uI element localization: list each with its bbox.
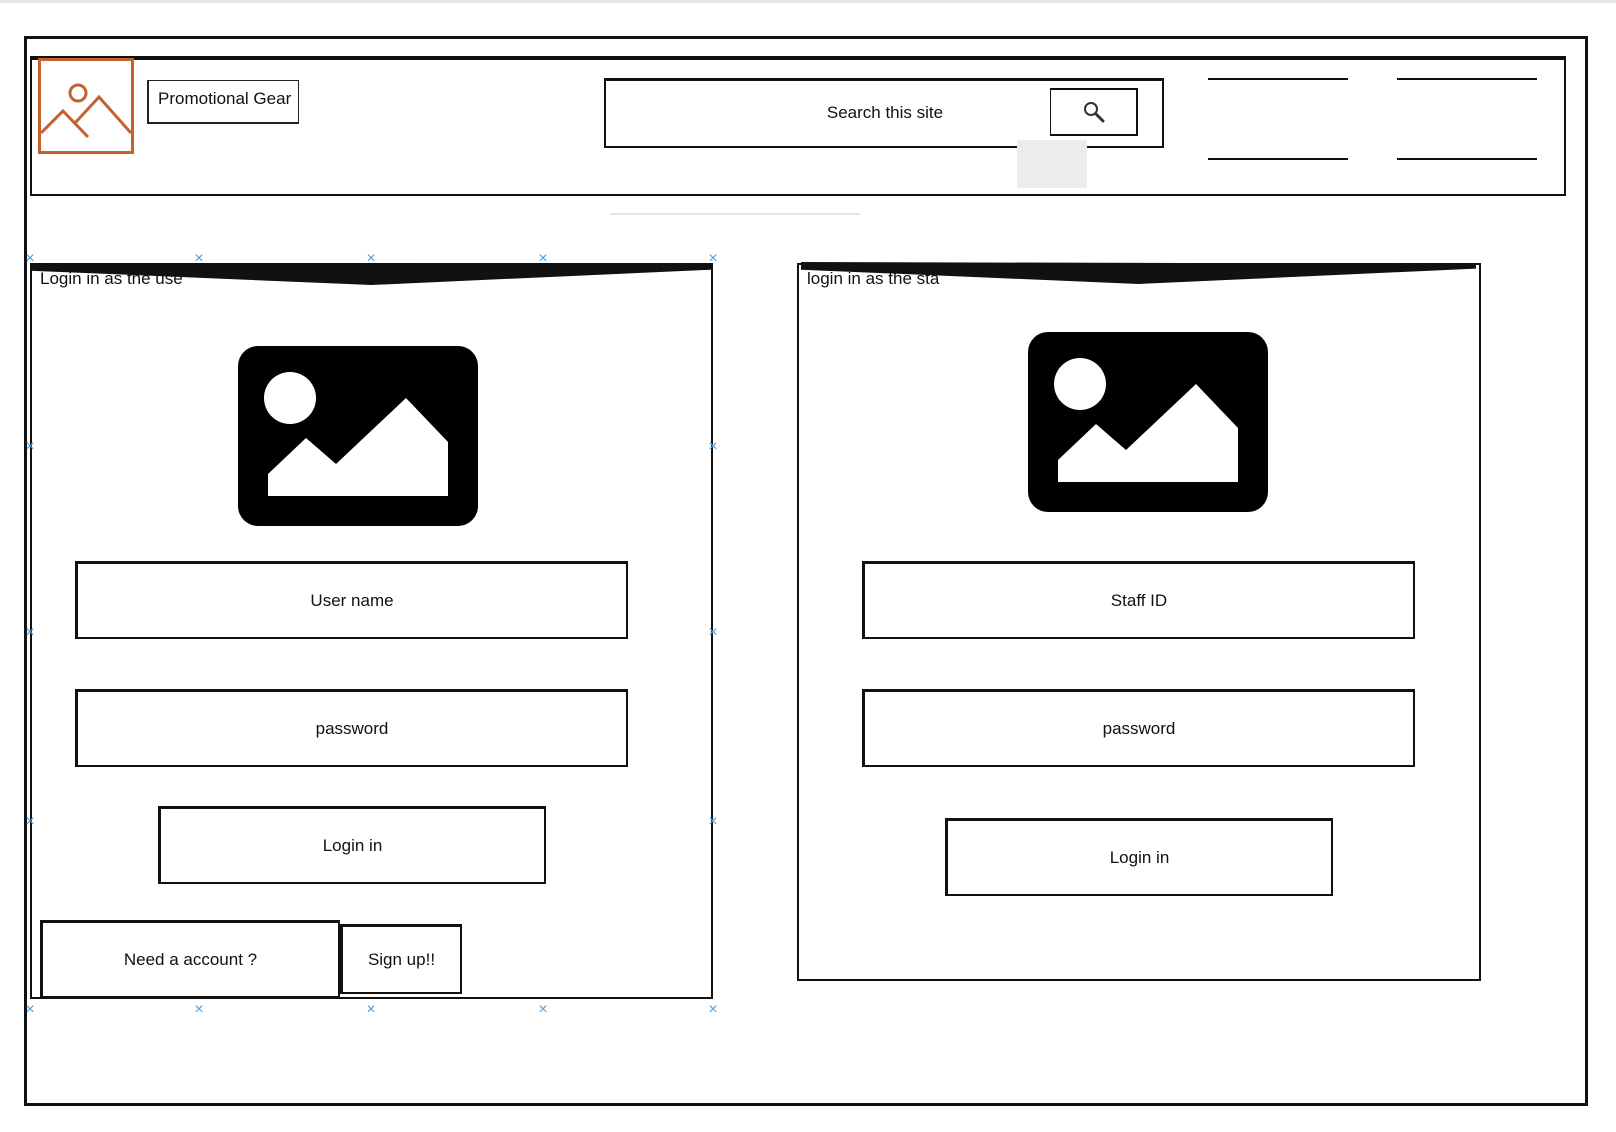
staff-panel-title: login in as the sta bbox=[807, 269, 940, 288]
user-image bbox=[238, 346, 478, 526]
selection-handle[interactable]: × bbox=[22, 439, 38, 455]
header-line bbox=[1397, 78, 1537, 80]
logo[interactable] bbox=[38, 58, 134, 154]
magnifier-icon bbox=[1083, 102, 1104, 123]
selection-handle[interactable]: × bbox=[705, 1002, 721, 1018]
header-line bbox=[1397, 158, 1537, 160]
header-underline bbox=[610, 213, 860, 215]
image-placeholder-icon bbox=[264, 372, 448, 496]
need-account-label: Need a account ? bbox=[40, 920, 340, 998]
search-button[interactable] bbox=[1050, 88, 1138, 136]
staff-login-button[interactable]: Login in bbox=[945, 818, 1333, 896]
selection-handle[interactable]: × bbox=[191, 1002, 207, 1018]
selection-handle[interactable]: × bbox=[535, 251, 551, 267]
staff-id-input[interactable]: Staff ID bbox=[862, 561, 1415, 639]
header-line bbox=[1208, 158, 1348, 160]
username-input[interactable]: User name bbox=[75, 561, 628, 639]
signup-button[interactable]: Sign up!! bbox=[340, 924, 462, 994]
selection-handle[interactable]: × bbox=[363, 1002, 379, 1018]
header-line bbox=[1208, 78, 1348, 80]
selection-handle[interactable]: × bbox=[191, 251, 207, 267]
top-rule bbox=[0, 0, 1616, 3]
selection-handle[interactable]: × bbox=[22, 625, 38, 641]
selection-handle[interactable]: × bbox=[22, 251, 38, 267]
staff-image bbox=[1028, 332, 1268, 512]
search-placeholder: Search this site bbox=[826, 103, 944, 122]
image-placeholder-icon bbox=[1054, 358, 1238, 482]
user-password-input[interactable]: password bbox=[75, 689, 628, 767]
selection-handle[interactable]: × bbox=[705, 814, 721, 830]
selection-handle[interactable]: × bbox=[705, 439, 721, 455]
image-placeholder-icon bbox=[41, 83, 131, 139]
selection-handle[interactable]: × bbox=[363, 251, 379, 267]
selection-handle[interactable]: × bbox=[705, 251, 721, 267]
user-login-button[interactable]: Login in bbox=[158, 806, 546, 884]
staff-password-input[interactable]: password bbox=[862, 689, 1415, 767]
header-chip bbox=[1017, 140, 1087, 188]
selection-handle[interactable]: × bbox=[22, 814, 38, 830]
user-panel-title: Login in as the use bbox=[40, 269, 183, 288]
brand-name: Promotional Gear bbox=[147, 80, 299, 124]
selection-handle[interactable]: × bbox=[22, 1002, 38, 1018]
selection-handle[interactable]: × bbox=[535, 1002, 551, 1018]
selection-handle[interactable]: × bbox=[705, 625, 721, 641]
